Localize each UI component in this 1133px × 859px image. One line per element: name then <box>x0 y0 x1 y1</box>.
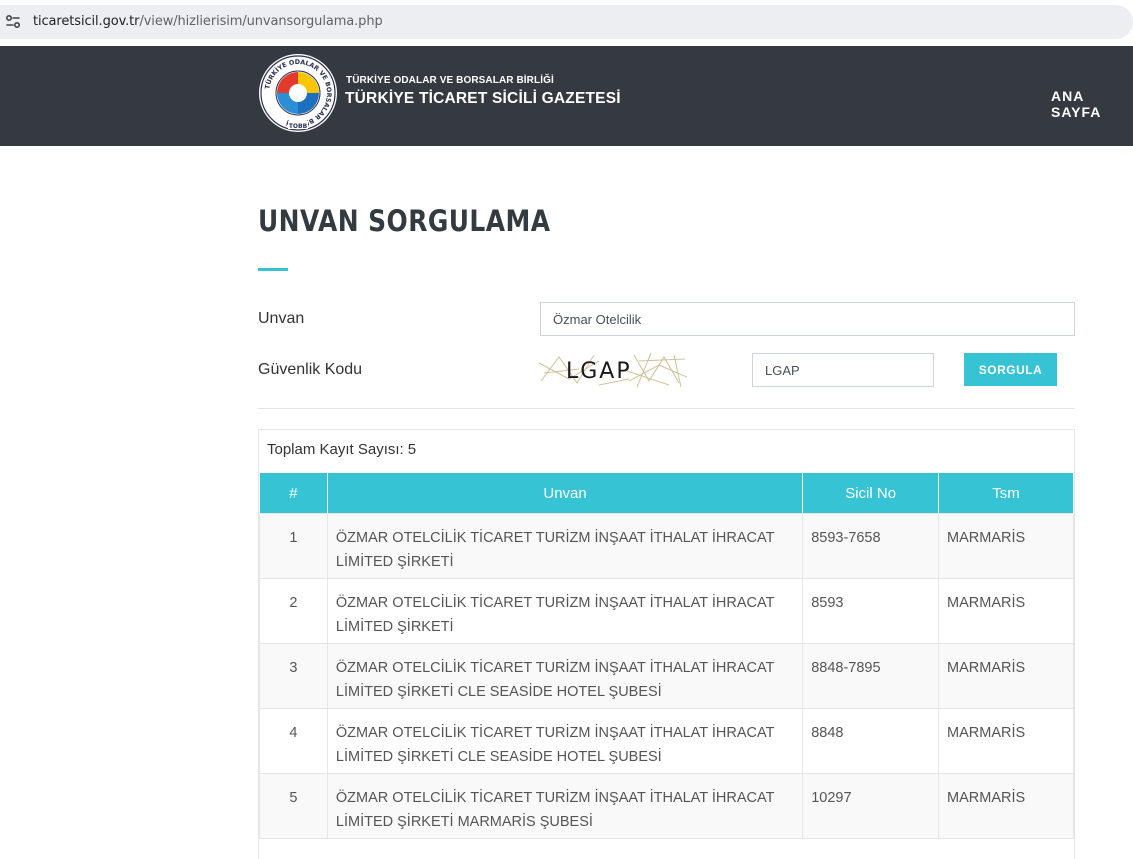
column-header-sicil-no: Sicil No <box>802 472 940 514</box>
row-tsm: MARMARİS <box>938 643 1074 709</box>
row-unvan: ÖZMAR OTELCİLİK TİCARET TURİZM İNŞAAT İT… <box>326 643 804 709</box>
table-row[interactable]: 5 ÖZMAR OTELCİLİK TİCARET TURİZM İNŞAAT … <box>259 773 1074 839</box>
row-number: 4 <box>259 708 328 774</box>
table-row[interactable]: 2 ÖZMAR OTELCİLİK TİCARET TURİZM İNŞAAT … <box>259 578 1074 644</box>
logo-abbr: TOBB <box>289 123 308 130</box>
total-label: Toplam Kayıt Sayısı: <box>267 441 404 458</box>
row-tsm: MARMARİS <box>938 773 1074 839</box>
row-unvan-line2: LİMİTED ŞİRKETİ CLE SEASİDE HOTEL ŞUBESİ <box>335 749 662 765</box>
unvan-label: Unvan <box>258 310 305 327</box>
row-unvan-line1: ÖZMAR OTELCİLİK TİCARET TURİZM İNŞAAT İT… <box>335 725 775 741</box>
form-divider <box>258 408 1075 409</box>
title-underline <box>258 268 288 271</box>
nav-home-link[interactable]: ANA SAYFA <box>1051 88 1133 120</box>
url-domain: ticaretsicil.gov.tr <box>33 14 140 29</box>
row-unvan-line2: LİMİTED ŞİRKETİ CLE SEASİDE HOTEL ŞUBESİ <box>335 684 662 700</box>
url-text: ticaretsicil.gov.tr/view/hizlierisim/unv… <box>33 14 383 29</box>
table-row[interactable]: 3 ÖZMAR OTELCİLİK TİCARET TURİZM İNŞAAT … <box>259 643 1074 709</box>
row-unvan-line2: LİMİTED ŞİRKETİ <box>335 619 454 635</box>
row-number: 3 <box>259 643 328 709</box>
tobb-logo[interactable]: TÜRKİYE ODALAR VE BORSALAR BİRLİĞİ TOBB <box>258 53 338 133</box>
row-tsm: MARMARİS <box>938 708 1074 774</box>
row-number: 1 <box>259 513 328 579</box>
row-sicil-no: 8593 <box>802 578 940 644</box>
address-field[interactable]: ticaretsicil.gov.tr/view/hizlierisim/unv… <box>0 5 1133 39</box>
row-unvan: ÖZMAR OTELCİLİK TİCARET TURİZM İNŞAAT İT… <box>326 773 804 839</box>
site-settings-icon[interactable] <box>4 13 22 31</box>
row-number: 5 <box>259 773 328 839</box>
row-number: 2 <box>259 578 328 644</box>
row-sicil-no: 8848-7895 <box>802 643 940 709</box>
site-header: TÜRKİYE ODALAR VE BORSALAR BİRLİĞİ TOBB … <box>0 46 1133 146</box>
row-unvan: ÖZMAR OTELCİLİK TİCARET TURİZM İNŞAAT İT… <box>326 513 804 579</box>
row-unvan-line2: LİMİTED ŞİRKETİ MARMARİS ŞUBESİ <box>335 814 593 830</box>
browser-url-bar: ticaretsicil.gov.tr/view/hizlierisim/unv… <box>0 0 1133 46</box>
row-unvan: ÖZMAR OTELCİLİK TİCARET TURİZM İNŞAAT İT… <box>326 708 804 774</box>
results-table: # Unvan Sicil No Tsm 1 ÖZMAR OTELCİLİK T… <box>259 472 1074 839</box>
row-sicil-no: 8848 <box>802 708 940 774</box>
security-code-label: Güvenlik Kodu <box>258 361 363 378</box>
table-row[interactable]: 4 ÖZMAR OTELCİLİK TİCARET TURİZM İNŞAAT … <box>259 708 1074 774</box>
column-header-unvan: Unvan <box>326 472 804 514</box>
site-title[interactable]: TÜRKİYE TİCARET SİCİLİ GAZETESİ <box>345 90 621 108</box>
unvan-input[interactable] <box>540 302 1075 336</box>
table-row[interactable]: 1 ÖZMAR OTELCİLİK TİCARET TURİZM İNŞAAT … <box>259 513 1074 579</box>
row-unvan-line1: ÖZMAR OTELCİLİK TİCARET TURİZM İNŞAAT İT… <box>335 595 775 611</box>
url-path: /view/hizlierisim/unvansorgulama.php <box>139 14 383 29</box>
row-unvan-line1: ÖZMAR OTELCİLİK TİCARET TURİZM İNŞAAT İT… <box>335 790 775 806</box>
page-title: UNVAN SORGULAMA <box>258 204 551 238</box>
row-unvan-line1: ÖZMAR OTELCİLİK TİCARET TURİZM İNŞAAT İT… <box>335 660 775 676</box>
row-unvan: ÖZMAR OTELCİLİK TİCARET TURİZM İNŞAAT İT… <box>326 578 804 644</box>
captcha-text: LGAP <box>566 359 632 384</box>
total-records: Toplam Kayıt Sayısı: 5 <box>267 441 416 458</box>
captcha-image: LGAP <box>539 351 687 389</box>
row-sicil-no: 10297 <box>802 773 940 839</box>
row-tsm: MARMARİS <box>938 513 1074 579</box>
row-unvan-line2: LİMİTED ŞİRKETİ <box>335 554 454 570</box>
org-name-small: TÜRKİYE ODALAR VE BORSALAR BİRLİĞİ <box>346 75 554 86</box>
row-sicil-no: 8593-7658 <box>802 513 940 579</box>
column-header-tsm: Tsm <box>938 472 1074 514</box>
security-code-input[interactable] <box>752 353 934 387</box>
row-unvan-line1: ÖZMAR OTELCİLİK TİCARET TURİZM İNŞAAT İT… <box>335 530 775 546</box>
table-header-row: # Unvan Sicil No Tsm <box>259 472 1074 514</box>
total-count: 5 <box>407 441 417 458</box>
row-tsm: MARMARİS <box>938 578 1074 644</box>
column-header-no: # <box>259 472 328 514</box>
search-button[interactable]: SORGULA <box>964 353 1057 386</box>
